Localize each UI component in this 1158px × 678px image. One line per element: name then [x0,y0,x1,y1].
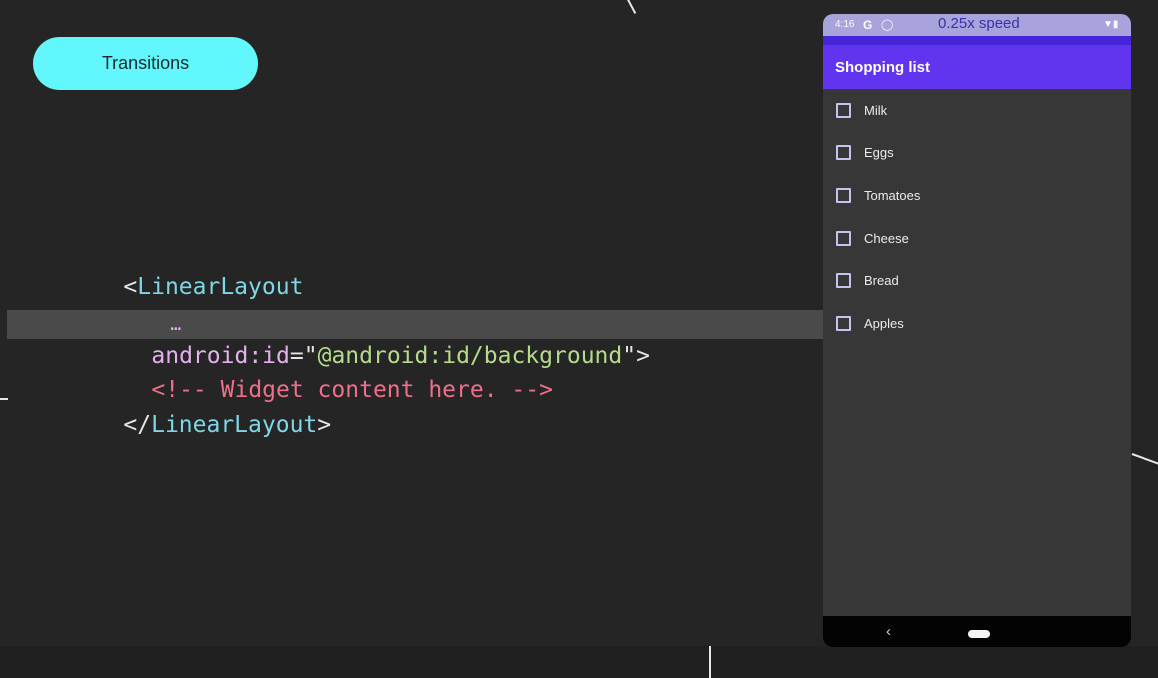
google-icon: G [863,18,873,32]
status-time: 4:16 [835,19,855,30]
app-bar: Shopping list [823,45,1131,89]
phone-screen: 4:16 G ◯ 0.25x speed ▼▮ Shopping list Mi… [823,14,1131,647]
wifi-battery-icons: ▼▮ [1103,19,1118,30]
item-label: Milk [864,102,888,118]
item-label: Apples [864,315,904,331]
code-token-bracket: > [636,343,650,369]
item-checkbox[interactable] [836,102,851,118]
code-token-bracket: </ [123,412,152,438]
item-checkbox[interactable] [836,315,851,331]
item-checkbox[interactable] [836,230,851,246]
code-block: <LinearLayout … android:id="@android:id/… [0,0,823,678]
code-token-bracket: > [317,412,332,438]
list-item[interactable]: Cheese [823,217,1131,259]
home-icon[interactable] [968,630,990,638]
decorative-line-right [1131,453,1158,466]
item-label: Bread [864,272,899,288]
code-token-tag: LinearLayout [151,412,318,438]
notification-icon: ◯ [881,19,894,31]
code-line-5: </LinearLayout> [68,380,331,470]
item-checkbox[interactable] [836,187,851,203]
list-item[interactable]: Eggs [823,131,1131,173]
list-item[interactable]: Tomatoes [823,174,1131,216]
code-token-quote-close: " [622,343,637,369]
status-bar: 4:16 G ◯ 0.25x speed ▼▮ [823,14,1131,36]
item-label: Tomatoes [864,187,921,203]
back-icon[interactable]: ‹ [886,623,891,640]
list-item[interactable]: Apples [823,302,1131,344]
wifi-icon: ▼ [1103,19,1113,30]
list-item[interactable]: Milk [823,89,1131,131]
status-strip [823,36,1131,45]
nav-bar: ‹ [823,616,1131,647]
item-checkbox[interactable] [836,272,851,288]
list-item[interactable]: Bread [823,259,1131,301]
app-title: Shopping list [835,59,930,76]
item-label: Eggs [864,144,894,160]
item-checkbox[interactable] [836,144,851,160]
item-label: Cheese [864,230,909,246]
speed-label: 0.25x speed [938,15,1020,32]
battery-icon: ▮ [1112,19,1119,30]
